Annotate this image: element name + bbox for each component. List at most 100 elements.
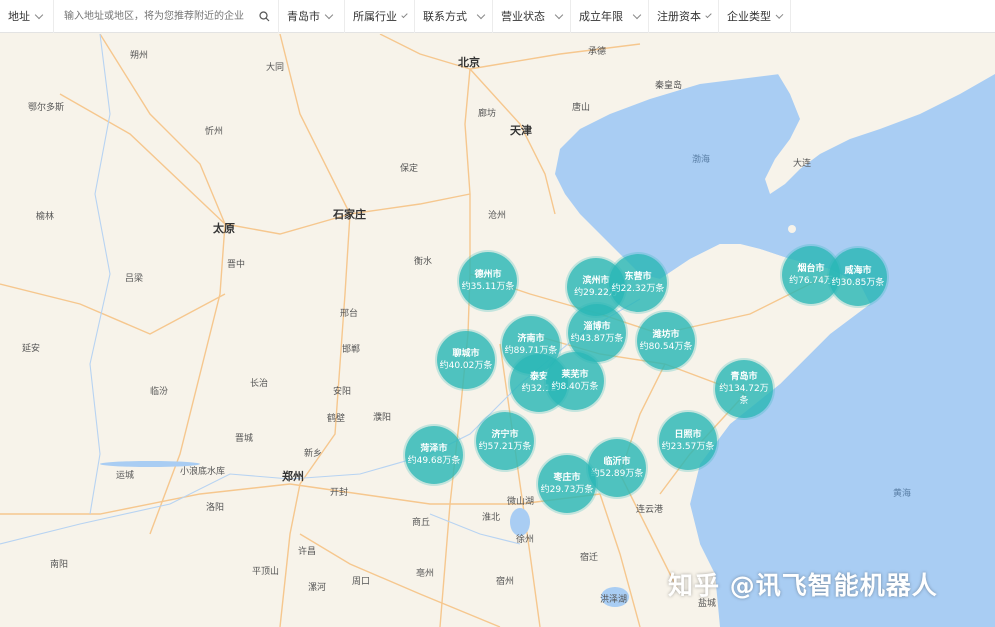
city-label-yuncheng: 运城 bbox=[116, 471, 135, 481]
city-dropdown[interactable]: 青岛市 bbox=[279, 0, 345, 33]
established-dropdown-label: 成立年限 bbox=[579, 10, 623, 23]
cluster-count: 约134.72万条 bbox=[719, 384, 769, 406]
cluster-name: 临沂市 bbox=[603, 457, 631, 467]
city-label-bozhou: 亳州 bbox=[416, 569, 435, 579]
city-label-suzhou: 宿州 bbox=[496, 577, 515, 587]
chevron-down-icon bbox=[401, 11, 408, 18]
city-label-qinhuangdao: 秦皇岛 bbox=[655, 81, 683, 91]
chevron-down-icon bbox=[324, 10, 334, 19]
cluster-zaozhuang[interactable]: 枣庄市 约29.73万条 bbox=[538, 455, 596, 513]
cluster-dezhou[interactable]: 德州市 约35.11万条 bbox=[459, 252, 517, 310]
city-label-taiyuan: 太原 bbox=[213, 222, 235, 235]
city-label-shijiazhuang: 石家庄 bbox=[333, 208, 366, 221]
cluster-jining[interactable]: 济宁市 约57.21万条 bbox=[476, 412, 534, 470]
cluster-count: 约52.89万条 bbox=[590, 469, 644, 479]
type-dropdown[interactable]: 企业类型 bbox=[719, 0, 791, 33]
cluster-name: 济宁市 bbox=[491, 430, 519, 440]
address-dropdown[interactable]: 地址 bbox=[0, 0, 54, 33]
city-label-anyang: 安阳 bbox=[333, 387, 352, 397]
city-label-hengshui: 衡水 bbox=[414, 257, 433, 267]
chevron-down-icon bbox=[632, 10, 642, 19]
address-dropdown-label: 地址 bbox=[8, 10, 30, 23]
sea-label-huanghai: 黄海 bbox=[893, 489, 912, 499]
city-label-xuchang: 许昌 bbox=[298, 547, 317, 557]
cluster-count: 约40.02万条 bbox=[439, 361, 493, 371]
cluster-dongying[interactable]: 东营市 约22.32万条 bbox=[609, 254, 667, 312]
city-label-yulin: 榆林 bbox=[36, 212, 55, 222]
city-label-hebi: 鹤壁 bbox=[327, 414, 346, 424]
cluster-name: 聊城市 bbox=[452, 349, 480, 359]
city-label-datong: 大同 bbox=[266, 63, 285, 73]
cluster-qingdao[interactable]: 青岛市 约134.72万条 bbox=[715, 360, 773, 418]
cluster-count: 约76.74万 bbox=[789, 276, 833, 286]
map-canvas[interactable]: 北京 天津 石家庄 太原 郑州 大连 渤海 黄海 大同 承德 秦皇岛 唐山 廊坊… bbox=[0, 34, 995, 627]
industry-dropdown-label: 所属行业 bbox=[353, 10, 397, 23]
cluster-name: 青岛市 bbox=[730, 372, 758, 382]
cluster-count: 约49.68万条 bbox=[407, 456, 461, 466]
city-label-hongzehu: 洪泽湖 bbox=[600, 595, 628, 605]
city-label-xinzhou: 忻州 bbox=[205, 127, 224, 137]
cluster-name: 东营市 bbox=[624, 272, 652, 282]
status-dropdown-label: 营业状态 bbox=[501, 10, 545, 23]
city-label-changzhi: 长治 bbox=[250, 379, 269, 389]
cluster-name: 潍坊市 bbox=[652, 330, 680, 340]
filter-toolbar: 地址 青岛市 所属行业 联系方式 营业状态 成立年限 注册资本 企业类型 bbox=[0, 0, 995, 33]
city-label-nanyang: 南阳 bbox=[50, 560, 69, 570]
cluster-linyi[interactable]: 临沂市 约52.89万条 bbox=[588, 439, 646, 497]
city-label-lvliang: 吕梁 bbox=[125, 274, 144, 284]
status-dropdown[interactable]: 营业状态 bbox=[493, 0, 571, 33]
cluster-weifang[interactable]: 潍坊市 约80.54万条 bbox=[637, 312, 695, 370]
capital-dropdown[interactable]: 注册资本 bbox=[649, 0, 719, 33]
cluster-count: 约80.54万条 bbox=[639, 342, 693, 352]
cluster-name: 滨州市 bbox=[582, 276, 610, 286]
city-label-xingtai: 邢台 bbox=[340, 309, 359, 319]
chevron-down-icon bbox=[476, 10, 486, 19]
cluster-weihai[interactable]: 威海市 约30.85万条 bbox=[829, 248, 887, 306]
cluster-heze[interactable]: 菏泽市 约49.68万条 bbox=[405, 426, 463, 484]
city-label-handan: 邯郸 bbox=[342, 345, 361, 355]
city-label-huaibei: 淮北 bbox=[482, 513, 501, 523]
cluster-count: 约8.40万条 bbox=[551, 382, 599, 392]
cluster-count: 约30.85万条 bbox=[831, 278, 885, 288]
city-label-shuozhou: 朔州 bbox=[130, 51, 149, 61]
search-icon[interactable] bbox=[259, 10, 270, 22]
cluster-name: 德州市 bbox=[474, 270, 502, 280]
city-label-luoyang: 洛阳 bbox=[206, 503, 225, 513]
cluster-rizhao[interactable]: 日照市 约23.57万条 bbox=[659, 412, 717, 470]
city-label-ordos: 鄂尔多斯 bbox=[28, 103, 65, 113]
contact-dropdown[interactable]: 联系方式 bbox=[415, 0, 493, 33]
watermark-text: 知乎 @讯飞智能机器人 bbox=[668, 571, 938, 600]
cluster-name: 淄博市 bbox=[583, 322, 611, 332]
industry-dropdown[interactable]: 所属行业 bbox=[345, 0, 415, 33]
cluster-laiwu[interactable]: 莱芜市 约8.40万条 bbox=[546, 352, 604, 410]
city-label-langfang: 廊坊 bbox=[478, 109, 497, 119]
cluster-liaocheng[interactable]: 聊城市 约40.02万条 bbox=[437, 331, 495, 389]
city-label-xinxiang: 新乡 bbox=[304, 449, 323, 459]
city-label-linfen: 临汾 bbox=[150, 387, 169, 397]
city-label-weishanhu: 微山湖 bbox=[507, 497, 535, 507]
city-label-shangqiu: 商丘 bbox=[412, 518, 431, 528]
city-label-baoding: 保定 bbox=[400, 164, 419, 174]
cluster-name: 济南市 bbox=[517, 334, 545, 344]
city-label-cangzhou: 沧州 bbox=[488, 211, 507, 221]
chevron-down-icon bbox=[775, 10, 784, 19]
chevron-down-icon bbox=[705, 11, 712, 18]
cluster-count: 约57.21万条 bbox=[478, 442, 532, 452]
city-label-zhengzhou: 郑州 bbox=[282, 470, 304, 483]
city-label-chengde: 承德 bbox=[588, 47, 607, 57]
cluster-name: 烟台市 bbox=[797, 264, 825, 274]
cluster-name: 菏泽市 bbox=[420, 444, 448, 454]
chevron-down-icon bbox=[34, 10, 44, 19]
city-label-xiaolangdi: 小浪底水库 bbox=[180, 467, 226, 477]
city-label-zhoukou: 周口 bbox=[352, 577, 371, 587]
city-label-puyang: 濮阳 bbox=[373, 413, 392, 423]
city-label-luohe: 漯河 bbox=[308, 583, 327, 593]
city-label-tangshan: 唐山 bbox=[572, 103, 591, 113]
type-dropdown-label: 企业类型 bbox=[727, 10, 771, 23]
capital-dropdown-label: 注册资本 bbox=[657, 10, 701, 23]
address-search-input[interactable] bbox=[62, 9, 259, 23]
cluster-count: 约23.57万条 bbox=[661, 442, 715, 452]
address-search-box bbox=[54, 0, 279, 33]
established-dropdown[interactable]: 成立年限 bbox=[571, 0, 649, 33]
sea-label-bohai: 渤海 bbox=[692, 155, 711, 165]
